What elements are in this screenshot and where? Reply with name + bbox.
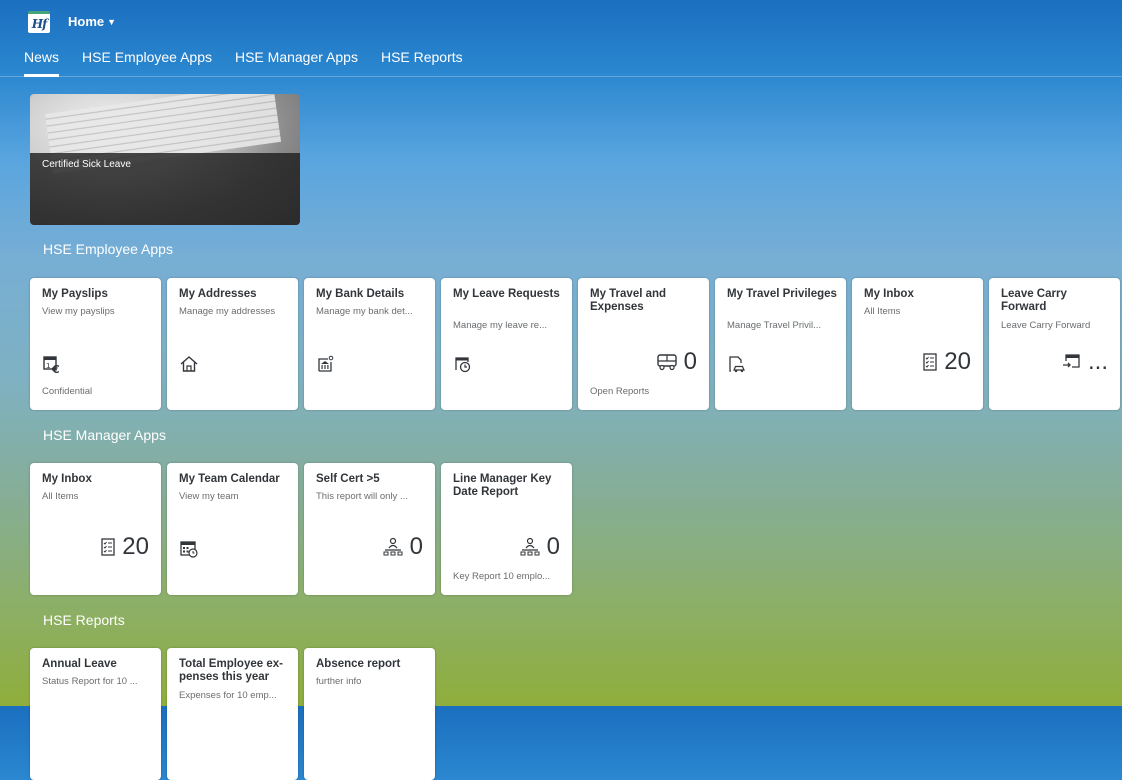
tile-kpi-value: 0: [546, 533, 560, 560]
section-title-employee: HSE Employee Apps: [43, 241, 173, 257]
tile-footer: Key Report 10 emplo...: [453, 571, 551, 582]
tile-kpi-value: 0: [409, 533, 423, 560]
tile-my-travel-and-expenses[interactable]: My Travel and Expenses 0 Open Reports: [578, 278, 709, 410]
tile-footer: Confidential: [42, 386, 93, 397]
tile-subtitle: Manage my bank det...: [316, 306, 413, 317]
tile-self-cert[interactable]: Self Cert >5 This report will only ... 0: [304, 463, 435, 595]
tile-title: Leave Carry Forward: [1001, 288, 1067, 313]
tile-subtitle: View my team: [179, 491, 239, 502]
tile-my-addresses[interactable]: My Addresses Manage my addresses: [167, 278, 298, 410]
news-caption: Certified Sick Leave: [42, 159, 131, 170]
task-list-icon: [101, 538, 115, 556]
tile-subtitle: All Items: [864, 306, 901, 317]
tile-kpi: 20: [100, 533, 149, 561]
tile-subtitle: Manage Travel Privil...: [727, 320, 821, 331]
tile-kpi-value: 20: [122, 533, 149, 560]
tab-hse-manager-apps[interactable]: HSE Manager Apps: [235, 46, 358, 76]
tile-title: Total Employee ex- penses this year: [179, 658, 283, 683]
org-chart-icon: [520, 537, 540, 556]
task-list-icon: [923, 353, 937, 371]
shell-header: Hf Home ▼: [0, 0, 1122, 36]
document-car-icon: [729, 356, 745, 373]
tile-title: My Inbox: [864, 288, 914, 300]
tile-my-inbox[interactable]: My Inbox All Items 20: [852, 278, 983, 410]
tile-kpi: 0: [382, 533, 423, 561]
tile-kpi-value: 20: [944, 348, 971, 375]
tile-leave-carry-forward[interactable]: Leave Carry Forward Leave Carry Forward …: [989, 278, 1120, 410]
tile-subtitle: Manage my addresses: [179, 306, 276, 317]
tile-annual-leave[interactable]: Annual Leave Status Report for 10 ...: [30, 648, 161, 780]
tile-total-employee-expenses[interactable]: Total Employee ex- penses this year Expe…: [167, 648, 298, 780]
tile-manager-my-inbox[interactable]: My Inbox All Items 20: [30, 463, 161, 595]
tab-hse-reports[interactable]: HSE Reports: [381, 46, 463, 76]
tile-subtitle: Status Report for 10 ...: [42, 676, 138, 687]
svg-text:€: €: [51, 363, 60, 374]
home-icon: [180, 356, 198, 372]
team-calendar-icon: [180, 541, 198, 558]
tile-subtitle: View my payslips: [42, 306, 115, 317]
tile-title: My Addresses: [179, 288, 257, 300]
tile-title: My Travel Privileges: [727, 288, 837, 300]
tile-my-bank-details[interactable]: My Bank Details Manage my bank det...: [304, 278, 435, 410]
tab-news[interactable]: News: [24, 46, 60, 77]
news-tile[interactable]: Certified Sick Leave: [30, 94, 300, 225]
tile-absence-report[interactable]: Absence report further info: [304, 648, 435, 780]
home-menu-button[interactable]: Home ▼: [68, 14, 116, 29]
tile-kpi: ...: [1062, 348, 1108, 376]
tile-line-manager-key-date-report[interactable]: Line Manager Key Date Report 0 Key Repor…: [441, 463, 572, 595]
hse-logo[interactable]: Hf: [28, 11, 50, 33]
section-title-manager: HSE Manager Apps: [43, 427, 166, 443]
bank-icon: [318, 355, 334, 372]
tile-subtitle: This report will only ...: [316, 491, 408, 502]
tile-subtitle: All Items: [42, 491, 79, 502]
payslip-calendar-euro-icon: 1 €: [43, 356, 60, 374]
calendar-arrow-icon: [1062, 354, 1080, 368]
org-chart-icon: [383, 537, 403, 556]
tile-title: My Bank Details: [316, 288, 405, 300]
tile-subtitle: further info: [316, 676, 362, 687]
tile-footer: Open Reports: [590, 386, 650, 397]
tile-kpi: 0: [519, 533, 560, 561]
tile-title: My Inbox: [42, 473, 92, 485]
tile-title: Self Cert >5: [316, 473, 380, 485]
tile-kpi: 20: [922, 348, 971, 376]
tile-title: Annual Leave: [42, 658, 117, 670]
tile-my-leave-requests[interactable]: My Leave Requests Manage my leave re...: [441, 278, 572, 410]
tile-title: My Team Calendar: [179, 473, 280, 485]
caret-down-icon: ▼: [107, 17, 117, 27]
home-title: Home: [68, 14, 105, 29]
svg-text:1: 1: [46, 362, 50, 370]
tile-title: Line Manager Key Date Report: [453, 473, 552, 498]
tile-subtitle: Manage my leave re...: [453, 320, 547, 331]
nav-divider: [0, 76, 1122, 77]
tile-my-payslips[interactable]: My Payslips View my payslips 1 € Confide…: [30, 278, 161, 410]
anchor-nav-bar: News HSE Employee Apps HSE Manager Apps …: [24, 46, 486, 77]
tile-kpi-value: ...: [1087, 348, 1108, 375]
tile-kpi-value: 0: [683, 348, 697, 375]
tile-title: My Payslips: [42, 288, 108, 300]
tile-title: My Leave Requests: [453, 288, 560, 300]
section-title-reports: HSE Reports: [43, 612, 125, 628]
tile-subtitle: Expenses for 10 emp...: [179, 690, 277, 701]
tile-subtitle: Leave Carry Forward: [1001, 320, 1091, 331]
tile-my-travel-privileges[interactable]: My Travel Privileges Manage Travel Privi…: [715, 278, 846, 410]
bus-icon: [656, 354, 677, 371]
tile-my-team-calendar[interactable]: My Team Calendar View my team: [167, 463, 298, 595]
calendar-clock-icon: [455, 357, 471, 373]
tile-title: My Travel and Expenses: [590, 288, 667, 313]
tile-title: Absence report: [316, 658, 401, 670]
tile-kpi: 0: [656, 348, 697, 376]
tab-hse-employee-apps[interactable]: HSE Employee Apps: [82, 46, 212, 76]
